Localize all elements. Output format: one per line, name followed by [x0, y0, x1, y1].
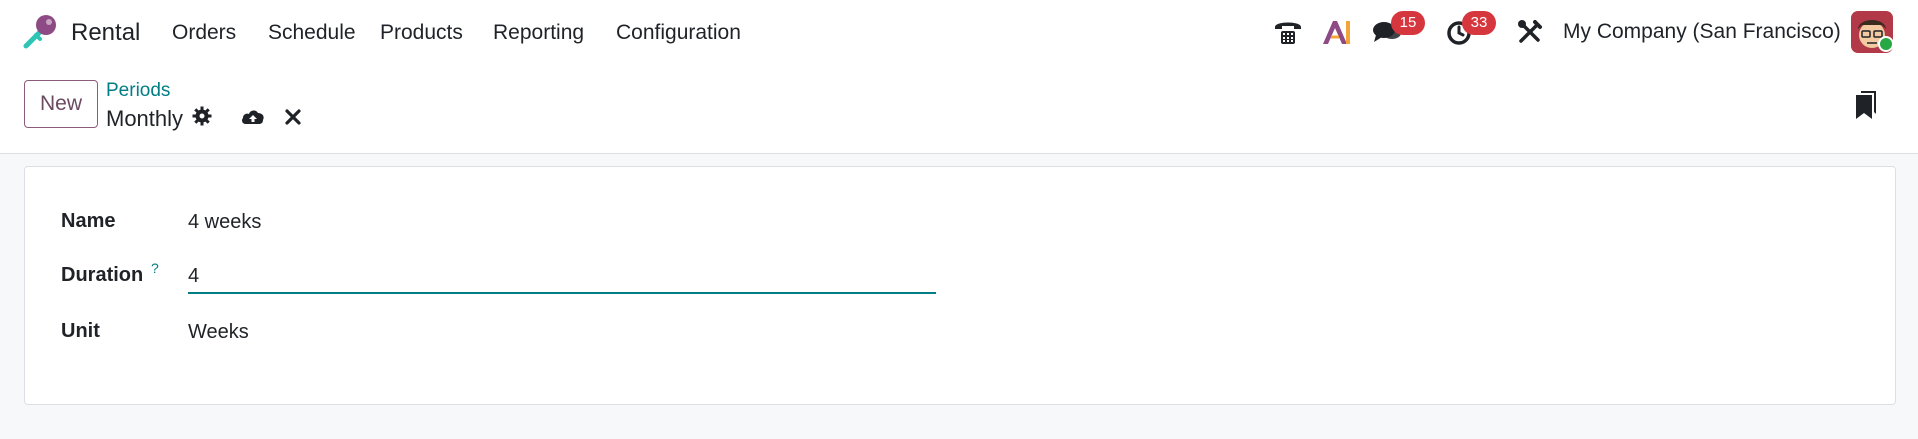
menu-configuration[interactable]: Configuration [616, 21, 741, 45]
name-label: Name [61, 210, 116, 232]
app-name[interactable]: Rental [71, 19, 140, 47]
presence-indicator [1878, 36, 1894, 52]
unit-value[interactable]: Weeks [188, 321, 249, 344]
rental-app-icon[interactable] [22, 13, 60, 49]
unit-label: Unit [61, 320, 100, 342]
new-button[interactable]: New [24, 80, 98, 128]
top-navbar: Rental Orders Schedule Products Reportin… [0, 0, 1918, 64]
menu-reporting[interactable]: Reporting [493, 21, 584, 45]
duration-input[interactable] [188, 260, 936, 294]
tools-icon[interactable] [1513, 15, 1547, 49]
messages-badge: 15 [1391, 11, 1425, 35]
duration-help-tooltip[interactable]: ? [151, 260, 159, 276]
bookmark-icon[interactable] [1855, 90, 1877, 125]
name-value[interactable]: 4 weeks [188, 211, 261, 234]
form-sheet: Name 4 weeks Duration ? Unit Weeks [24, 166, 1896, 405]
record-title: Monthly [106, 106, 184, 131]
activities-badge: 33 [1462, 11, 1496, 35]
discard-icon[interactable] [285, 109, 301, 130]
ai-icon[interactable] [1320, 15, 1354, 49]
cloud-upload-icon[interactable] [241, 107, 265, 130]
company-switcher[interactable]: My Company (San Francisco) [1563, 20, 1841, 44]
phone-icon[interactable] [1271, 15, 1305, 49]
breadcrumb-periods[interactable]: Periods [106, 80, 170, 102]
control-panel: New Periods Monthly [0, 64, 1918, 154]
menu-schedule[interactable]: Schedule [268, 21, 356, 45]
duration-label: Duration [61, 264, 144, 286]
gear-icon[interactable] [192, 106, 212, 131]
menu-orders[interactable]: Orders [172, 21, 236, 45]
menu-products[interactable]: Products [380, 21, 463, 45]
